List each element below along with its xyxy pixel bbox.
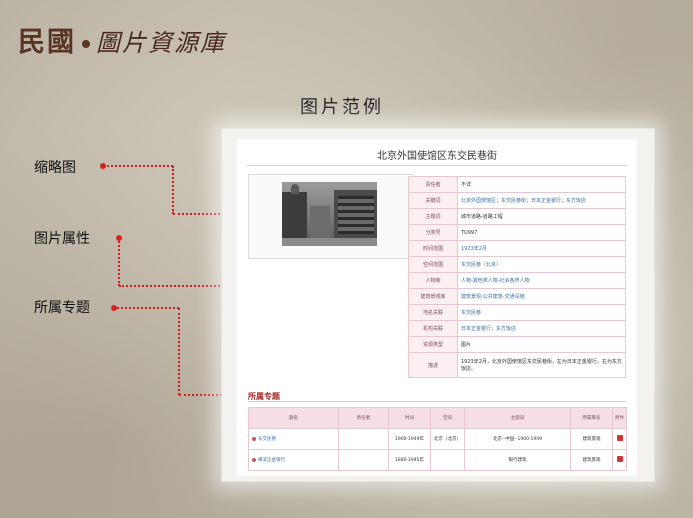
slide-title: 图片范例 xyxy=(300,97,384,118)
attr-row: 时间范围 1923年2月 xyxy=(408,240,626,257)
attr-row: 分类号 TU997 xyxy=(408,224,626,241)
callout-line xyxy=(172,166,174,214)
thumbnail-image[interactable] xyxy=(282,182,377,246)
attr-row: 责任者 不详 xyxy=(408,176,626,193)
attr-row: 空间范围 东交民巷（北京） xyxy=(408,256,626,273)
table-row: 东交民巷 1900-1949年 北京（北京） 北京--中国--1900-1949… xyxy=(248,428,627,450)
table-row: 横滨正金银行 1880-1945年 银行建筑 建筑景观 xyxy=(248,449,627,471)
attr-row: 资源类型 图片 xyxy=(408,336,626,353)
architecture-db-link[interactable]: 建筑景观-公共建筑-交通设施 xyxy=(457,288,626,305)
logo: 民國 圖片資源庫 xyxy=(18,20,226,59)
bullet-icon xyxy=(252,457,256,462)
record-panel: 北京外国使馆区东交民巷街 责任者 不详 关键词 北京外国使馆区；东交民巷街；日本正金… xyxy=(237,139,637,476)
attributes-table: 责任者 不详 关键词 北京外国使馆区；东交民巷街；日本正金银行；东方饭店 主题词 城市… xyxy=(408,176,626,378)
attr-row: 关键词 北京外国使馆区；东交民巷街；日本正金银行；东方饭店 xyxy=(408,192,626,209)
attr-row: 主题词 城市道路-道路工程 xyxy=(408,208,626,225)
callout-line xyxy=(114,307,179,309)
divider xyxy=(248,401,626,402)
attr-row: 机构关联 日本正金银行；东方饭店 xyxy=(408,320,626,337)
callout-line xyxy=(178,308,180,395)
record-title: 北京外国使馆区东交民巷街 xyxy=(377,151,497,162)
thumbnail-box[interactable] xyxy=(248,174,414,259)
label-topics: 所属专题 xyxy=(34,300,90,316)
logo-dot xyxy=(82,39,90,48)
topics-header-row: 题名 责任者 时间 空间 主题词 所属库名 附件 xyxy=(248,407,627,429)
attr-row: 人物库 人物-其他类人物-社会各界人物 xyxy=(408,272,626,289)
time-link[interactable]: 1923年2月 xyxy=(457,240,626,257)
divider xyxy=(247,165,627,166)
place-link[interactable]: 东交民巷 xyxy=(457,304,626,321)
logo-sub-text: 圖片資源庫 xyxy=(96,29,226,57)
label-attributes: 图片属性 xyxy=(34,231,90,247)
space-link[interactable]: 东交民巷（北京） xyxy=(457,256,626,273)
label-thumbnail: 缩略图 xyxy=(34,160,76,176)
callout-line xyxy=(103,165,173,167)
attachment-icon[interactable] xyxy=(616,456,623,462)
keyword-links[interactable]: 北京外国使馆区；东交民巷街；日本正金银行；东方饭店 xyxy=(457,192,626,209)
topic-link[interactable]: 东交民巷 xyxy=(248,428,339,450)
bullet-icon xyxy=(252,436,256,441)
topic-link[interactable]: 横滨正金银行 xyxy=(248,449,339,471)
person-db-link[interactable]: 人物-其他类人物-社会各界人物 xyxy=(457,272,626,289)
logo-main-text: 民國 xyxy=(18,27,76,58)
institution-link[interactable]: 日本正金银行；东方饭店 xyxy=(457,320,626,337)
callout-line xyxy=(118,238,120,286)
attr-row: 建筑景观库 建筑景观-公共建筑-交通设施 xyxy=(408,288,626,305)
attachment-icon[interactable] xyxy=(616,435,623,441)
topics-table: 题名 责任者 时间 空间 主题词 所属库名 附件 东交民巷 1900-1949年… xyxy=(248,407,627,471)
attr-row: 地名关联 东交民巷 xyxy=(408,304,626,321)
attr-row: 描述 1923年2月，北京外国使馆区东交民巷街，左为日本正金银行，右为东方饭店。 xyxy=(408,352,626,378)
